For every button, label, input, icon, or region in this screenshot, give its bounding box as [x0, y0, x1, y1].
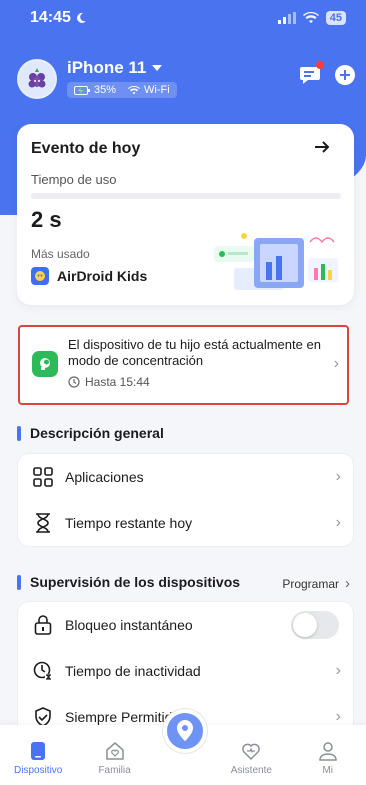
device-name: iPhone 11	[67, 58, 147, 78]
supervision-title: Supervisión de los dispositivos	[30, 574, 241, 590]
wifi-icon	[302, 12, 319, 23]
status-indicators: 45	[277, 11, 346, 25]
list-item-label: Siempre Permitid	[65, 709, 173, 725]
phone-icon	[31, 742, 46, 760]
heart-pulse-icon	[242, 743, 261, 761]
airdroid-kids-icon	[31, 267, 49, 285]
location-button[interactable]	[163, 709, 207, 753]
today-event-card[interactable]: Evento de hoy Tiempo de uso 2 s Más usad…	[17, 124, 354, 305]
location-pin-icon	[177, 720, 193, 741]
signal-icon	[277, 12, 296, 24]
usage-label: Tiempo de uso	[31, 172, 117, 187]
messages-button[interactable]	[299, 61, 324, 85]
tab-label: Familia	[98, 765, 131, 776]
supervision-section-title: Supervisión de los dispositivos	[17, 574, 240, 590]
most-used-app-name: AirDroid Kids	[57, 268, 148, 284]
add-icon[interactable]	[335, 65, 355, 85]
section-accent-bar	[17, 425, 21, 441]
overview-section-title: Descripción general	[17, 425, 164, 441]
list-item-label: Tiempo de inactividad	[65, 663, 201, 679]
status-bar: 14:45 45	[0, 0, 366, 36]
tab-label: Asistente	[230, 765, 272, 776]
header-actions	[299, 61, 355, 85]
chevron-right-icon: ›	[335, 468, 341, 485]
list-item-time-remaining[interactable]: Tiempo restante hoy ›	[18, 500, 353, 546]
usage-progress-bar	[31, 193, 341, 199]
device-battery: 35%	[74, 84, 116, 96]
device-network: Wi-Fi	[128, 84, 170, 96]
list-item-label: Tiempo restante hoy	[65, 515, 193, 531]
device-selector[interactable]: iPhone 11	[67, 58, 177, 78]
caret-down-icon	[152, 65, 163, 72]
battery-charging-icon	[74, 85, 90, 95]
device-network-value: Wi-Fi	[144, 84, 170, 97]
focus-until-text: Hasta 15:44	[85, 375, 150, 389]
chevron-right-icon: ›	[335, 708, 341, 725]
grape-avatar-icon	[28, 68, 46, 88]
wifi-small-icon	[128, 85, 141, 94]
grid-icon	[32, 466, 54, 488]
list-item-downtime[interactable]: Tiempo de inactividad ›	[18, 648, 353, 694]
focus-message: El dispositivo de tu hijo está actualmen…	[68, 337, 321, 368]
focus-mode-alert[interactable]: El dispositivo de tu hijo está actualmen…	[18, 325, 349, 405]
list-item-apps[interactable]: Aplicaciones ›	[18, 454, 353, 500]
tab-bar: Dispositivo Familia Asistente Mi	[0, 709, 366, 785]
schedule-link-label: Programar	[282, 576, 339, 591]
home-heart-icon	[105, 742, 124, 760]
tab-label: Dispositivo	[14, 765, 63, 776]
person-icon	[318, 742, 337, 761]
instant-lock-toggle[interactable]	[291, 611, 339, 639]
chevron-right-icon: ›	[345, 575, 350, 592]
moon-icon	[76, 12, 86, 23]
hourglass-icon	[32, 512, 54, 534]
schedule-link[interactable]: Programar ›	[282, 575, 350, 592]
tab-family[interactable]: Familia	[85, 741, 145, 776]
clock-icon	[68, 376, 80, 388]
clock-moon-icon	[32, 660, 54, 682]
focus-mode-icon	[32, 351, 58, 377]
device-battery-value: 35%	[94, 84, 117, 97]
list-item-instant-lock[interactable]: Bloqueo instantáneo	[18, 602, 353, 648]
overview-list: Aplicaciones › Tiempo restante hoy ›	[17, 453, 354, 547]
avatar[interactable]	[17, 59, 57, 99]
toggle-knob	[293, 613, 317, 637]
device-meta: 35% Wi-Fi	[67, 82, 177, 99]
dashboard-illustration	[214, 233, 338, 290]
chevron-right-icon: ›	[335, 662, 341, 679]
device-info[interactable]: iPhone 11 35% Wi-Fi	[67, 58, 177, 100]
tab-device[interactable]: Dispositivo	[8, 741, 68, 776]
tab-me[interactable]: Mi	[298, 741, 358, 776]
battery-indicator: 45	[325, 11, 346, 25]
status-time: 14:45	[30, 9, 87, 27]
device-header: iPhone 11 35% Wi-Fi	[17, 57, 357, 101]
chevron-right-icon: ›	[333, 355, 339, 372]
overview-title: Descripción general	[30, 425, 164, 441]
section-accent-bar	[17, 574, 21, 590]
list-item-label: Bloqueo instantáneo	[65, 617, 193, 633]
arrow-right-icon[interactable]	[314, 140, 330, 154]
tab-assistant[interactable]: Asistente	[221, 741, 281, 776]
clock-text: 14:45	[30, 9, 71, 26]
tab-label: Mi	[322, 765, 334, 776]
notification-dot	[316, 61, 324, 69]
chevron-right-icon: ›	[335, 514, 341, 531]
lock-icon	[32, 614, 54, 636]
focus-text: El dispositivo de tu hijo está actualmen…	[68, 337, 328, 393]
list-item-label: Aplicaciones	[65, 469, 144, 485]
event-title: Evento de hoy	[31, 140, 141, 157]
focus-until: Hasta 15:44	[68, 375, 328, 389]
